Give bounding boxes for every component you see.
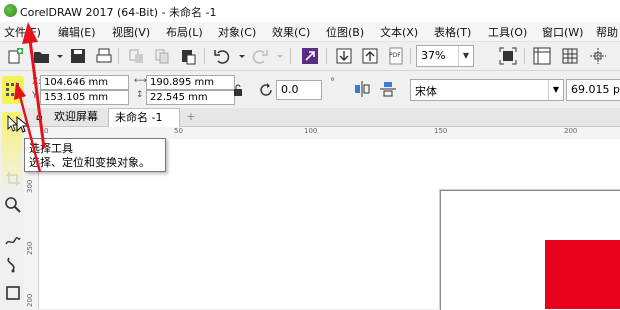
show-grid-icon[interactable] (560, 46, 580, 66)
tab-welcome-screen[interactable]: ⌂ 欢迎屏幕 (32, 108, 104, 126)
freehand-tool-icon[interactable] (4, 230, 22, 248)
menu-tools[interactable]: 工具(O) (488, 24, 527, 40)
ruler-tick: 100 (304, 127, 318, 135)
zoom-value: 37% (421, 49, 446, 62)
menu-text[interactable]: 文本(X) (380, 24, 418, 40)
tab-untitled-1[interactable]: 未命名 -1 (108, 108, 180, 127)
menu-bar: 文件(F) 编辑(E) 视图(V) 布局(L) 对象(C) 效果(C) 位图(B… (0, 22, 620, 42)
mouse-cursor-icon (16, 115, 30, 134)
coreldraw-logo-icon (4, 4, 17, 17)
x-position-field[interactable]: 104.646 mm (40, 75, 129, 90)
ruler-tick: 150 (434, 127, 448, 135)
save-icon[interactable] (68, 46, 88, 66)
property-bar: X: 104.646 mm Y: 153.105 mm ⟷ 190.895 mm… (0, 71, 620, 109)
ruler-tick: 0 (44, 127, 49, 135)
full-screen-preview-icon[interactable] (498, 46, 518, 66)
smart-drawing-tool-icon[interactable] (4, 256, 22, 274)
pdf-label: PDF (389, 52, 401, 59)
red-rectangle-object[interactable] (545, 240, 620, 309)
menu-object[interactable]: 对象(C) (218, 24, 256, 40)
print-icon[interactable] (94, 46, 114, 66)
import-icon[interactable] (334, 46, 354, 66)
open-folder-icon[interactable] (32, 46, 52, 66)
search-content-icon[interactable] (300, 46, 320, 66)
show-rulers-icon[interactable] (532, 46, 552, 66)
width-field[interactable]: 190.895 mm (146, 75, 235, 90)
redo-icon[interactable] (250, 46, 270, 66)
pick-tool-tooltip: 选择工具 选择、定位和变换对象。 (24, 138, 166, 172)
font-family-value: 宋体 (415, 85, 437, 98)
cut-icon[interactable] (126, 46, 146, 66)
ruler-tick: 250 (26, 241, 34, 255)
rotation-angle-field[interactable]: 0.0 (276, 80, 322, 100)
add-tab-button[interactable]: + (184, 108, 198, 126)
mirror-horizontal-icon[interactable] (352, 79, 372, 99)
tab-label: 欢迎屏幕 (54, 110, 98, 123)
undo-dropdown-icon[interactable] (232, 46, 245, 66)
copy-icon[interactable] (152, 46, 172, 66)
degree-symbol: ° (330, 77, 335, 88)
ruler-tick: 300 (26, 179, 34, 193)
publish-pdf-icon[interactable]: PDF (386, 46, 406, 66)
ruler-tick: 200 (564, 127, 578, 135)
ruler-tick: 50 (174, 127, 183, 135)
object-origin-icon[interactable] (5, 82, 21, 98)
chevron-down-icon: ▼ (548, 80, 563, 100)
show-guidelines-icon[interactable] (588, 46, 608, 66)
width-icon: ⟷ (134, 76, 147, 86)
zoom-level-select[interactable]: 37% ▼ (416, 45, 474, 67)
open-dropdown-icon[interactable] (50, 46, 63, 66)
window-title: CorelDRAW 2017 (64-Bit) - 未命名 -1 (20, 6, 217, 19)
export-icon[interactable] (360, 46, 380, 66)
ruler-tick: 200 (26, 293, 34, 307)
menu-window[interactable]: 窗口(W) (542, 24, 583, 40)
redo-dropdown-icon[interactable] (270, 46, 283, 66)
lock-ratio-icon[interactable] (232, 83, 244, 97)
menu-view[interactable]: 视图(V) (112, 24, 150, 40)
mirror-vertical-icon[interactable] (378, 79, 398, 99)
font-size-value: 69.015 pt (571, 83, 620, 96)
tooltip-description: 选择、定位和变换对象。 (29, 156, 150, 169)
rotation-value: 0.0 (281, 83, 299, 96)
font-family-select[interactable]: 宋体 ▼ (410, 79, 564, 101)
rectangle-tool-icon[interactable] (4, 284, 22, 302)
new-document-icon[interactable] (6, 46, 26, 66)
menu-effects[interactable]: 效果(C) (272, 24, 310, 40)
tab-label: 未命名 -1 (115, 111, 163, 124)
menu-help[interactable]: 帮助 (596, 24, 618, 40)
y-label: Y: (32, 91, 40, 101)
home-icon: ⌂ (36, 110, 43, 123)
menu-bitmaps[interactable]: 位图(B) (326, 24, 364, 40)
menu-file[interactable]: 文件(F) (4, 24, 41, 40)
font-size-select[interactable]: 69.015 pt (566, 79, 620, 101)
menu-edit[interactable]: 编辑(E) (58, 24, 96, 40)
undo-icon[interactable] (212, 46, 232, 66)
standard-toolbar: PDF 37% ▼ (0, 42, 620, 71)
document-tab-bar: ⌂ 欢迎屏幕 未命名 -1 + (24, 108, 620, 127)
rotate-icon (256, 80, 276, 100)
menu-table[interactable]: 表格(T) (434, 24, 471, 40)
menu-layout[interactable]: 布局(L) (166, 24, 203, 40)
y-position-field[interactable]: 153.105 mm (40, 90, 129, 105)
chevron-down-icon: ▼ (458, 46, 473, 66)
height-field[interactable]: 22.545 mm (146, 90, 235, 105)
paste-icon[interactable] (178, 46, 198, 66)
zoom-tool-icon[interactable] (4, 196, 22, 214)
title-bar: CorelDRAW 2017 (64-Bit) - 未命名 -1 (0, 0, 620, 22)
height-icon: ↕ (136, 90, 144, 100)
